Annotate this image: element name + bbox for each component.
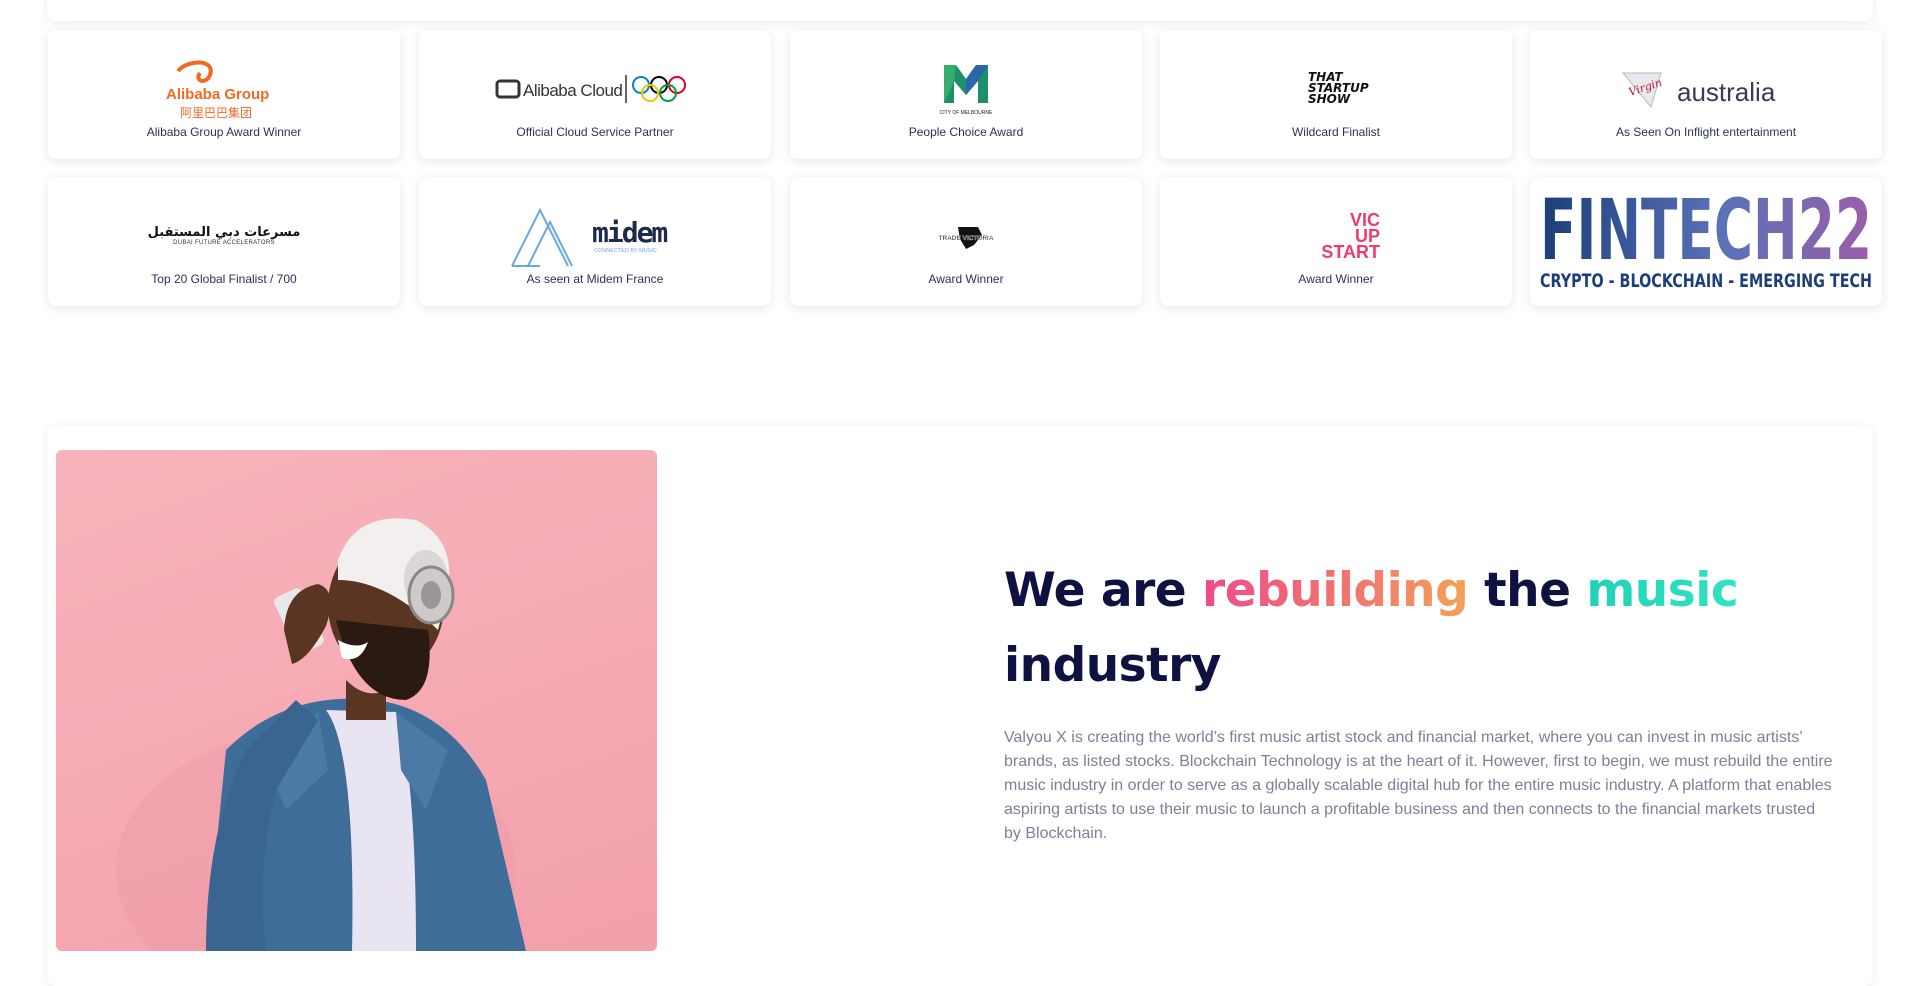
- svg-text:Alibaba Group: Alibaba Group: [166, 86, 269, 103]
- svg-text:CRYPTO - BLOCKCHAIN - EMERGING: CRYPTO - BLOCKCHAIN - EMERGING TECH: [1540, 270, 1872, 292]
- award-card-alibaba-cloud: Alibaba Cloud Official Cloud Service Par…: [419, 30, 771, 159]
- headline-highlight-music: music: [1586, 563, 1739, 618]
- alibaba-cloud-logo: Alibaba Cloud: [495, 55, 695, 123]
- award-caption: Alibaba Group Award Winner: [146, 124, 302, 139]
- award-caption: Wildcard Finalist: [1291, 124, 1381, 139]
- award-caption: Top 20 Global Finalist / 700: [151, 271, 297, 286]
- olympic-rings-icon: [632, 75, 686, 102]
- award-card-that-startup-show: THAT STARTUP SHOW Wildcard Finalist: [1160, 30, 1512, 159]
- award-card-vic-up-start: VIC UP START Award Winner: [1160, 177, 1512, 306]
- virgin-australia-logo: Virgin australia: [1621, 55, 1791, 123]
- svg-text:FINTECH22: FINTECH22: [1540, 187, 1872, 279]
- award-card-alibaba-group: Alibaba Group 阿里巴巴集团 Alibaba Group Award…: [48, 30, 400, 159]
- award-caption: Award Winner: [1298, 271, 1374, 286]
- svg-text:阿里巴巴集团: 阿里巴巴集团: [180, 105, 252, 120]
- vic-up-start-logo: VIC UP START: [1321, 209, 1380, 262]
- award-caption: As seen at Midem France: [526, 271, 664, 286]
- award-caption: Award Winner: [928, 271, 1004, 286]
- alibaba-group-logo: Alibaba Group 阿里巴巴集团: [164, 55, 284, 123]
- person-singing-image: [56, 450, 657, 951]
- award-caption: People Choice Award: [908, 124, 1024, 139]
- previous-section-card: [47, 0, 1873, 21]
- midem-logo: midem CONNECTED BY MUSIC: [510, 202, 680, 270]
- about-headline: We are rebuilding the music industry: [1004, 563, 1739, 693]
- award-card-dubai-future-accelerators: مسرعات دبي المستقبل DUBAI FUTURE ACCELER…: [48, 177, 400, 306]
- award-card-trade-victoria: TRADE VICTORIA Award Winner: [790, 177, 1142, 306]
- svg-text:Alibaba Cloud: Alibaba Cloud: [523, 81, 622, 100]
- headline-highlight-rebuilding: rebuilding: [1202, 563, 1469, 618]
- award-caption: As Seen On Inflight entertainment: [1615, 124, 1797, 139]
- award-card-fintech22: FINTECH22 CRYPTO - BLOCKCHAIN - EMERGING…: [1530, 177, 1882, 306]
- award-caption: Official Cloud Service Partner: [516, 124, 674, 139]
- award-card-midem: midem CONNECTED BY MUSIC As seen at Mide…: [419, 177, 771, 306]
- dubai-future-accelerators-logo: مسرعات دبي المستقبل DUBAI FUTURE ACCELER…: [147, 225, 301, 246]
- about-description: Valyou X is creating the world’s first m…: [1004, 729, 1833, 842]
- svg-text:australia: australia: [1677, 77, 1776, 107]
- midem-mountain-icon: [511, 207, 573, 267]
- city-of-melbourne-logo: CITY OF MELBOURNE: [936, 55, 996, 123]
- alibaba-swirl-icon: [176, 60, 213, 83]
- alibaba-cloud-icon: [495, 79, 521, 98]
- svg-text:CONNECTED BY MUSIC: CONNECTED BY MUSIC: [594, 248, 657, 254]
- svg-text:CITY OF MELBOURNE: CITY OF MELBOURNE: [940, 110, 993, 116]
- svg-text:midem: midem: [592, 216, 667, 249]
- that-startup-show-logo: THAT STARTUP SHOW: [1308, 70, 1369, 106]
- svg-text:TRADE VICTORIA: TRADE VICTORIA: [938, 235, 993, 242]
- award-card-city-of-melbourne: CITY OF MELBOURNE People Choice Award: [790, 30, 1142, 159]
- trade-victoria-logo: TRADE VICTORIA: [934, 202, 998, 270]
- award-card-virgin-australia: Virgin australia As Seen On Inflight ent…: [1530, 30, 1882, 159]
- fintech22-logo: FINTECH22 CRYPTO - BLOCKCHAIN - EMERGING…: [1538, 182, 1874, 302]
